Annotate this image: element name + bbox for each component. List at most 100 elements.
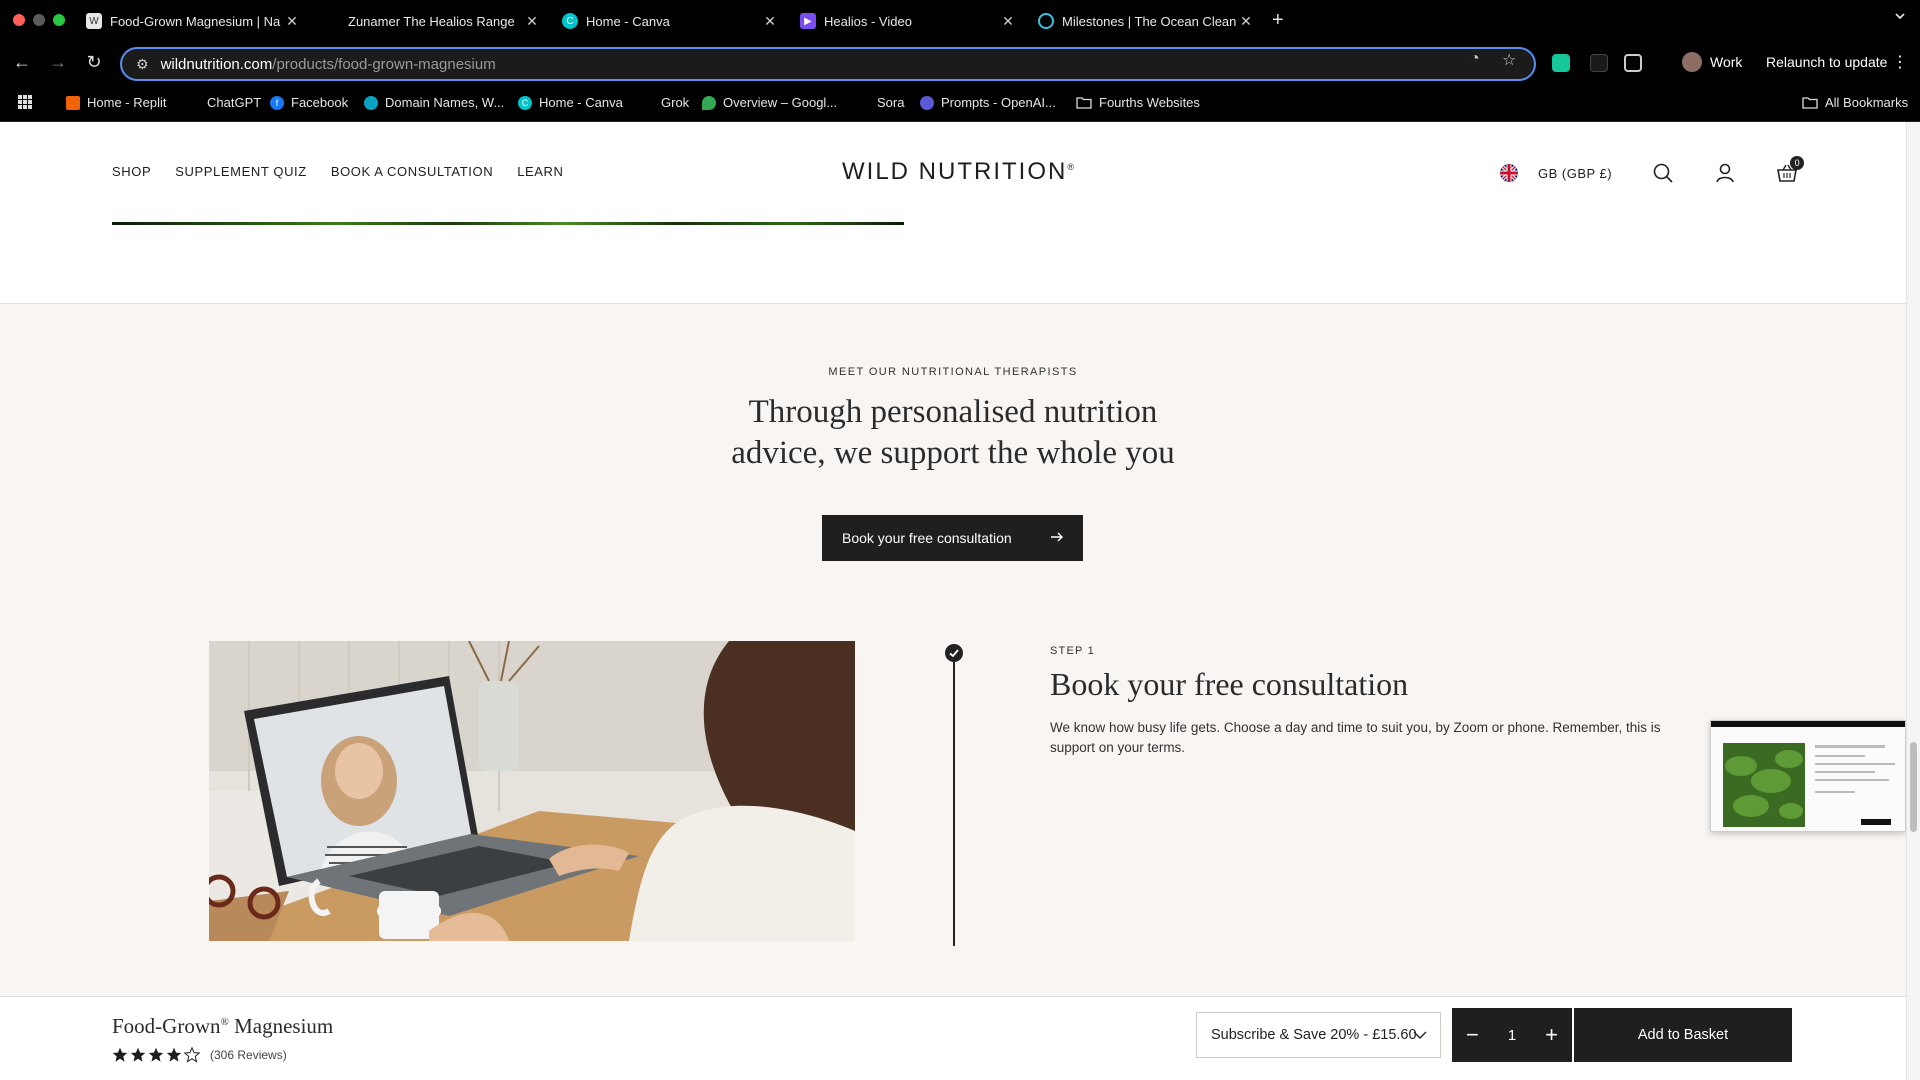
performance-icon[interactable]: ◔ xyxy=(1470,50,1480,68)
tab-title: Zunamer The Healios Range xyxy=(348,13,515,29)
bookmark-label: Home - Replit xyxy=(87,95,167,110)
browser-tab[interactable]: C Home - Canva ✕ xyxy=(562,8,778,34)
consultation-photo xyxy=(209,641,855,941)
page-scrollbar[interactable] xyxy=(1906,122,1920,1080)
bookmark-grok[interactable]: Grok xyxy=(640,95,689,110)
bookmark-facebook[interactable]: f Facebook xyxy=(270,95,348,110)
product-name-part: Food-Grown xyxy=(112,1014,221,1038)
canva-icon: C xyxy=(518,95,532,110)
book-consultation-button[interactable]: Book your free consultation xyxy=(822,515,1083,561)
scrollbar-thumb[interactable] xyxy=(1910,742,1917,832)
close-tab-icon[interactable]: ✕ xyxy=(1238,13,1254,30)
subscription-select[interactable]: Subscribe & Save 20% - £15.60 xyxy=(1196,1012,1441,1058)
nav-supplement-quiz[interactable]: SUPPLEMENT QUIZ xyxy=(175,164,307,179)
logo-text: WILD NUTRITION xyxy=(842,158,1068,185)
close-tab-icon[interactable]: ✕ xyxy=(762,13,778,30)
step-title: Book your free consultation xyxy=(1050,666,1409,702)
bookmark-google-overview[interactable]: Overview – Googl... xyxy=(702,95,837,110)
floating-preview-thumbnail[interactable] xyxy=(1710,720,1906,832)
tab-search-chevron-icon[interactable] xyxy=(1894,10,1906,25)
quantity-stepper: − 1 + xyxy=(1452,1008,1572,1062)
locale-selector[interactable]: GB (GBP £) xyxy=(1538,166,1612,181)
close-tab-icon[interactable]: ✕ xyxy=(524,13,540,30)
bookmark-label: Domain Names, W... xyxy=(385,95,505,110)
browser-tab[interactable]: Zunamer The Healios Range ✕ xyxy=(348,8,540,34)
search-icon[interactable] xyxy=(1652,162,1674,184)
grok-icon xyxy=(640,95,654,110)
browser-tab[interactable]: Milestones | The Ocean Clean ✕ xyxy=(1038,8,1254,34)
avatar xyxy=(1682,52,1702,72)
section-eyebrow: MEET OUR NUTRITIONAL THERAPISTS xyxy=(828,366,1078,378)
maximize-window-button[interactable] xyxy=(53,14,65,26)
address-bar[interactable]: ⚙ wildnutrition.com /products/food-grown… xyxy=(120,47,1536,81)
close-window-button[interactable] xyxy=(13,14,25,26)
headline-line-1: Through personalised nutrition xyxy=(748,394,1158,430)
subscription-value: Subscribe & Save 20% - £15.60 xyxy=(1211,1027,1417,1043)
product-name: Food-Grown® Magnesium xyxy=(112,1014,333,1039)
wild-nutrition-favicon-icon: W xyxy=(86,13,102,29)
extension-icon[interactable] xyxy=(1590,54,1608,72)
rating-stars[interactable]: (306 Reviews) xyxy=(112,1047,287,1063)
bookmark-label: All Bookmarks xyxy=(1825,95,1909,110)
new-tab-icon[interactable]: + xyxy=(1272,8,1284,32)
account-icon[interactable] xyxy=(1714,162,1736,184)
tab-title: Home - Canva xyxy=(586,13,670,29)
bookmark-star-icon[interactable]: ☆ xyxy=(1502,50,1516,70)
replit-icon xyxy=(66,95,80,110)
bookmark-label: Sora xyxy=(877,95,905,110)
bookmark-prompts[interactable]: Prompts - OpenAI... xyxy=(920,95,1056,110)
site-logo[interactable]: WILD NUTRITION® xyxy=(842,158,1076,186)
reload-icon[interactable]: ↻ xyxy=(82,52,106,73)
nav-learn[interactable]: LEARN xyxy=(517,164,563,179)
nav-book-consultation[interactable]: BOOK A CONSULTATION xyxy=(331,164,493,179)
site-info-icon[interactable]: ⚙ xyxy=(136,56,149,73)
tab-title: Food-Grown Magnesium | Na xyxy=(110,13,281,29)
close-tab-icon[interactable]: ✕ xyxy=(1000,13,1016,30)
domain-icon xyxy=(364,95,378,110)
nav-shop[interactable]: SHOP xyxy=(112,164,151,179)
browser-toolbar: ← → ↻ ⚙ wildnutrition.com /products/food… xyxy=(0,42,1920,86)
headline-line-2: advice, we support the whole you xyxy=(731,435,1175,471)
increase-quantity-button[interactable]: + xyxy=(1545,1022,1558,1048)
browser-tab-active[interactable]: W Food-Grown Magnesium | Na ✕ xyxy=(86,8,300,34)
basket-icon[interactable]: 0 xyxy=(1776,156,1805,184)
cart-count-badge: 0 xyxy=(1790,156,1805,170)
check-circle-icon xyxy=(945,644,963,662)
sora-icon xyxy=(856,95,870,110)
relaunch-button[interactable]: Relaunch to update xyxy=(1766,54,1887,70)
forward-arrow-icon[interactable]: → xyxy=(46,52,70,73)
cta-label: Book your free consultation xyxy=(842,530,1012,546)
bookmark-chatgpt[interactable]: ChatGPT xyxy=(186,95,261,110)
folder-icon xyxy=(1802,97,1818,109)
apps-grid-icon[interactable] xyxy=(18,95,32,109)
add-to-basket-button[interactable]: Add to Basket xyxy=(1572,1008,1792,1062)
green-leaf-image-strip xyxy=(112,222,904,225)
bookmark-domain-names[interactable]: Domain Names, W... xyxy=(364,95,504,110)
bookmark-replit[interactable]: Home - Replit xyxy=(66,95,166,110)
bookmark-canva[interactable]: C Home - Canva xyxy=(518,95,623,110)
web-page: SHOP SUPPLEMENT QUIZ BOOK A CONSULTATION… xyxy=(0,122,1906,1080)
menu-kebab-icon[interactable]: ⋮ xyxy=(1892,52,1908,72)
bookmark-folder-fourths[interactable]: Fourths Websites xyxy=(1076,95,1200,110)
folder-icon xyxy=(1076,97,1092,109)
bookmark-label: Overview – Googl... xyxy=(723,95,838,110)
arrow-right-icon xyxy=(1049,529,1065,548)
close-tab-icon[interactable]: ✕ xyxy=(284,13,300,30)
extensions-puzzle-icon[interactable] xyxy=(1624,54,1642,72)
url-host: wildnutrition.com xyxy=(160,55,273,73)
ocean-cleanup-favicon-icon xyxy=(1038,13,1054,29)
profile-name: Work xyxy=(1710,54,1743,70)
back-arrow-icon[interactable]: ← xyxy=(10,52,34,73)
bookmarks-bar: Home - Replit ChatGPT f Facebook Domain N… xyxy=(0,86,1920,122)
browser-tab[interactable]: ▶ Healios - Video ✕ xyxy=(800,8,1016,34)
chevron-down-icon xyxy=(1412,1027,1428,1047)
extension-icon[interactable] xyxy=(1552,54,1570,72)
product-registered-mark: ® xyxy=(220,1016,229,1028)
bookmark-sora[interactable]: Sora xyxy=(856,95,904,110)
review-count[interactable]: (306 Reviews) xyxy=(210,1048,287,1062)
minimize-window-button[interactable] xyxy=(33,14,45,26)
decrease-quantity-button[interactable]: − xyxy=(1466,1022,1479,1048)
all-bookmarks-button[interactable]: All Bookmarks xyxy=(1802,95,1908,110)
profile-button[interactable]: Work xyxy=(1682,52,1742,72)
quantity-value[interactable]: 1 xyxy=(1508,1027,1516,1044)
